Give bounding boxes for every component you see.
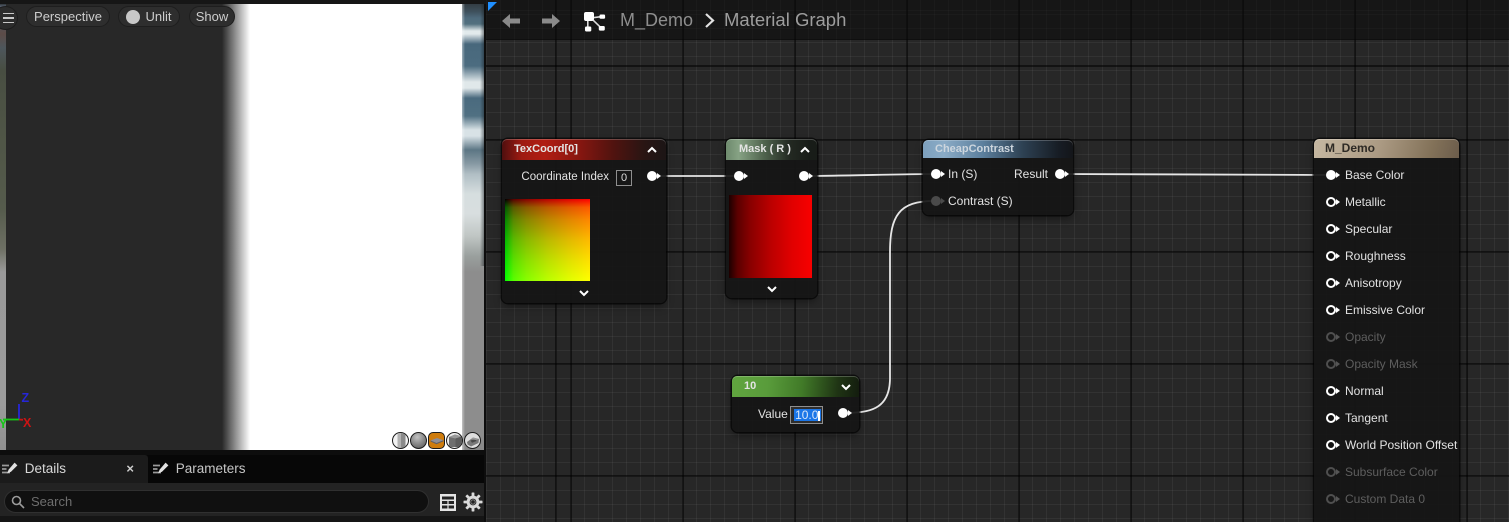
svg-text:X: X — [23, 416, 32, 428]
svg-text:Z: Z — [22, 391, 30, 405]
svg-text:Y: Y — [0, 417, 8, 428]
